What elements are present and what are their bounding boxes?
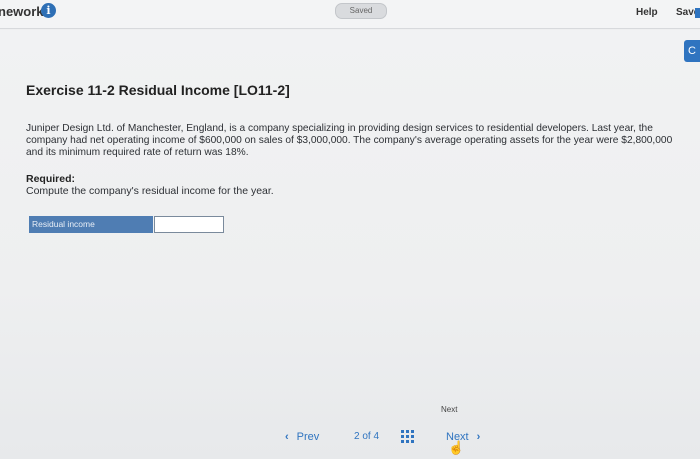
chevron-left-icon: ‹ <box>285 431 289 443</box>
residual-income-label: Residual income <box>29 216 153 233</box>
required-instruction: Compute the company's residual income fo… <box>26 185 274 197</box>
grid-icon[interactable] <box>401 430 414 443</box>
chevron-right-icon: › <box>476 431 481 443</box>
answer-row: Residual income <box>29 216 225 233</box>
residual-income-input[interactable] <box>154 216 224 233</box>
of-label: of <box>362 431 371 442</box>
prev-button[interactable]: ‹ Prev <box>285 431 319 443</box>
help-button[interactable]: Help <box>636 7 658 18</box>
page-indicator: 2 of 4 <box>354 431 379 442</box>
problem-statement: Juniper Design Ltd. of Manchester, Engla… <box>26 123 673 158</box>
next-tooltip: Next <box>441 405 458 414</box>
save-indicator <box>695 8 700 18</box>
saved-status-badge: Saved <box>335 3 387 19</box>
required-label: Required: <box>26 173 76 185</box>
current-page: 2 <box>354 431 360 442</box>
total-pages: 4 <box>373 431 380 442</box>
side-panel-tab[interactable]: C <box>684 40 700 62</box>
homework-label: nework <box>0 4 44 19</box>
info-icon[interactable]: i <box>41 3 56 18</box>
top-bar: nework i Saved Help Save <box>0 0 700 29</box>
prev-label: Prev <box>296 431 320 443</box>
hand-cursor-icon: ☝ <box>448 440 465 455</box>
exercise-title: Exercise 11-2 Residual Income [LO11-2] <box>26 82 290 98</box>
